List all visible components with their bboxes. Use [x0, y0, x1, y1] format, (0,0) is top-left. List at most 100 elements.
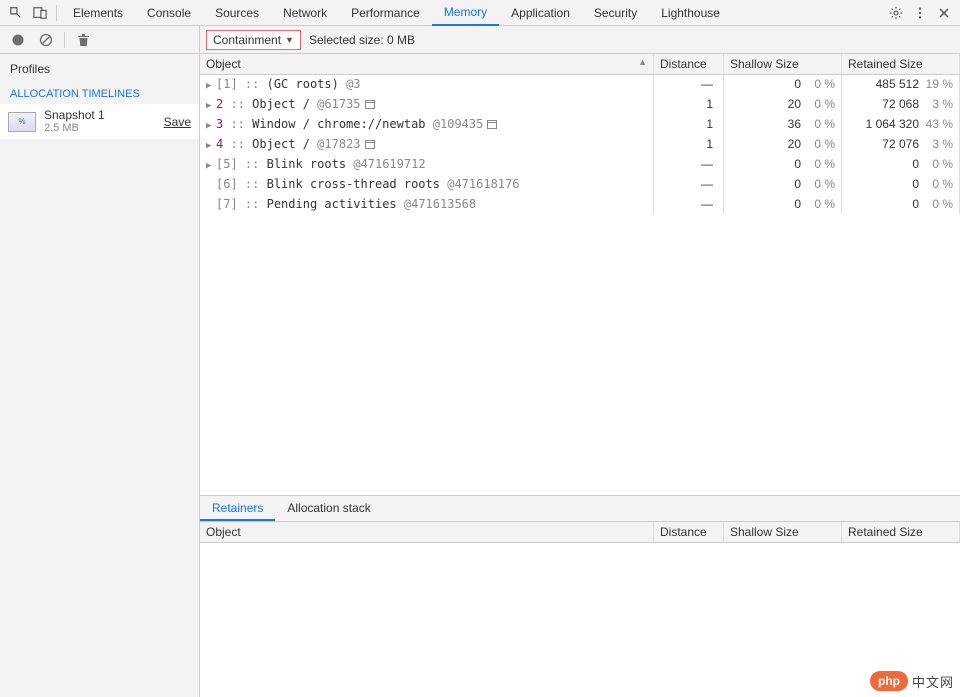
separator — [64, 32, 65, 48]
retainers-tab-strip: RetainersAllocation stack — [200, 496, 960, 522]
expand-spacer — [206, 181, 216, 191]
table-row[interactable]: [7] :: Pending activities @471613568—00 … — [200, 194, 960, 214]
col-retained-size[interactable]: Retained Size — [842, 54, 960, 74]
window-icon — [487, 120, 497, 129]
clear-icon[interactable] — [32, 26, 60, 54]
record-icon[interactable] — [4, 26, 32, 54]
shallow-size-cell: 00 % — [724, 174, 842, 194]
inspect-icon[interactable] — [4, 1, 28, 25]
snapshot-size: 2.5 MB — [44, 122, 164, 135]
row-name: Object / — [252, 97, 310, 111]
window-icon — [365, 140, 375, 149]
tab-sources[interactable]: Sources — [203, 0, 271, 26]
row-index: [5] — [216, 157, 238, 171]
retained-size-cell: 485 51219 % — [842, 74, 960, 94]
devtools-tab-strip: ElementsConsoleSourcesNetworkPerformance… — [0, 0, 960, 26]
object-cell: ▶2 :: Object / @61735 — [200, 94, 654, 114]
device-toggle-icon[interactable] — [28, 1, 52, 25]
selected-size: Selected size: 0 MB — [309, 33, 415, 47]
kebab-menu-icon[interactable] — [908, 1, 932, 25]
expand-icon[interactable]: ▶ — [206, 161, 216, 171]
col-object[interactable]: Object — [200, 522, 654, 542]
shallow-size-cell: 00 % — [724, 154, 842, 174]
expand-icon[interactable]: ▶ — [206, 121, 216, 131]
distance-cell: — — [654, 174, 724, 194]
distance-cell: 1 — [654, 114, 724, 134]
col-distance[interactable]: Distance — [654, 522, 724, 542]
distance-cell: 1 — [654, 134, 724, 154]
profiles-heading: Profiles — [0, 54, 199, 82]
table-row[interactable]: ▶[1] :: (GC roots) @3—00 %485 51219 % — [200, 74, 960, 94]
object-cell: ▶[5] :: Blink roots @471619712 — [200, 154, 654, 174]
tab-network[interactable]: Network — [271, 0, 339, 26]
tab-security[interactable]: Security — [582, 0, 649, 26]
table-row[interactable]: ▶4 :: Object / @178231200 %72 0763 % — [200, 134, 960, 154]
tab-lighthouse[interactable]: Lighthouse — [649, 0, 732, 26]
distance-cell: — — [654, 154, 724, 174]
window-icon — [365, 100, 375, 109]
tab-console[interactable]: Console — [135, 0, 203, 26]
close-icon[interactable] — [932, 1, 956, 25]
col-shallow-size[interactable]: Shallow Size — [724, 54, 842, 74]
tab-application[interactable]: Application — [499, 0, 582, 26]
tab-elements[interactable]: Elements — [61, 0, 135, 26]
snapshot-icon: % — [8, 112, 36, 132]
allocation-timelines-label: ALLOCATION TIMELINES — [0, 82, 199, 104]
tab-retainers[interactable]: Retainers — [200, 495, 275, 521]
object-cell: ▶3 :: Window / chrome://newtab @109435 — [200, 114, 654, 134]
tab-memory[interactable]: Memory — [432, 0, 499, 26]
row-name: Blink cross-thread roots — [267, 177, 440, 191]
delete-icon[interactable] — [69, 26, 97, 54]
shallow-size-cell: 00 % — [724, 74, 842, 94]
separator — [56, 5, 57, 21]
expand-icon[interactable]: ▶ — [206, 81, 216, 91]
shallow-size-cell: 360 % — [724, 114, 842, 134]
memory-toolbar: Containment ▼ Selected size: 0 MB — [0, 26, 960, 54]
snapshot-title: Snapshot 1 — [44, 108, 164, 122]
row-address: @471613568 — [404, 197, 476, 211]
col-object[interactable]: Object ▲ — [200, 54, 654, 74]
row-index: [6] — [216, 177, 238, 191]
row-name: Pending activities — [267, 197, 397, 211]
row-index: [1] — [216, 77, 238, 91]
profiles-sidebar: Profiles ALLOCATION TIMELINES % Snapshot… — [0, 54, 200, 697]
sort-indicator-icon: ▲ — [638, 57, 647, 67]
row-address: @471618176 — [447, 177, 519, 191]
object-cell: ▶[1] :: (GC roots) @3 — [200, 74, 654, 94]
containment-table: Object ▲ Distance Shallow Size Retained … — [200, 54, 960, 496]
retainers-table: Object Distance Shallow Size Retained Si… — [200, 522, 960, 697]
chevron-down-icon: ▼ — [285, 35, 294, 45]
distance-cell: — — [654, 194, 724, 214]
tab-allocation-stack[interactable]: Allocation stack — [275, 495, 382, 521]
col-distance[interactable]: Distance — [654, 54, 724, 74]
expand-icon[interactable]: ▶ — [206, 141, 216, 151]
table-row[interactable]: ▶3 :: Window / chrome://newtab @10943513… — [200, 114, 960, 134]
row-name: Object / — [252, 137, 310, 151]
retained-size-cell: 72 0763 % — [842, 134, 960, 154]
col-shallow-size[interactable]: Shallow Size — [724, 522, 842, 542]
tab-performance[interactable]: Performance — [339, 0, 432, 26]
expand-spacer — [206, 201, 216, 211]
row-name: Blink roots — [267, 157, 346, 171]
object-cell: [7] :: Pending activities @471613568 — [200, 194, 654, 214]
object-cell: ▶4 :: Object / @17823 — [200, 134, 654, 154]
view-selector[interactable]: Containment ▼ — [206, 30, 301, 50]
retained-size-cell: 00 % — [842, 154, 960, 174]
row-name: (GC roots) — [267, 77, 339, 91]
expand-icon[interactable]: ▶ — [206, 101, 216, 111]
col-retained-size[interactable]: Retained Size — [842, 522, 960, 542]
table-row[interactable]: ▶2 :: Object / @617351200 %72 0683 % — [200, 94, 960, 114]
retained-size-cell: 1 064 32043 % — [842, 114, 960, 134]
row-name: Window / chrome://newtab — [252, 117, 425, 131]
snapshot-item[interactable]: % Snapshot 1 2.5 MB Save — [0, 104, 199, 139]
table-row[interactable]: [6] :: Blink cross-thread roots @4716181… — [200, 174, 960, 194]
row-address: @3 — [346, 77, 360, 91]
snapshot-save-link[interactable]: Save — [164, 115, 191, 129]
row-address: @17823 — [317, 137, 360, 151]
distance-cell: 1 — [654, 94, 724, 114]
distance-cell: — — [654, 74, 724, 94]
shallow-size-cell: 200 % — [724, 94, 842, 114]
gear-icon[interactable] — [884, 1, 908, 25]
row-address: @61735 — [317, 97, 360, 111]
table-row[interactable]: ▶[5] :: Blink roots @471619712—00 %00 % — [200, 154, 960, 174]
